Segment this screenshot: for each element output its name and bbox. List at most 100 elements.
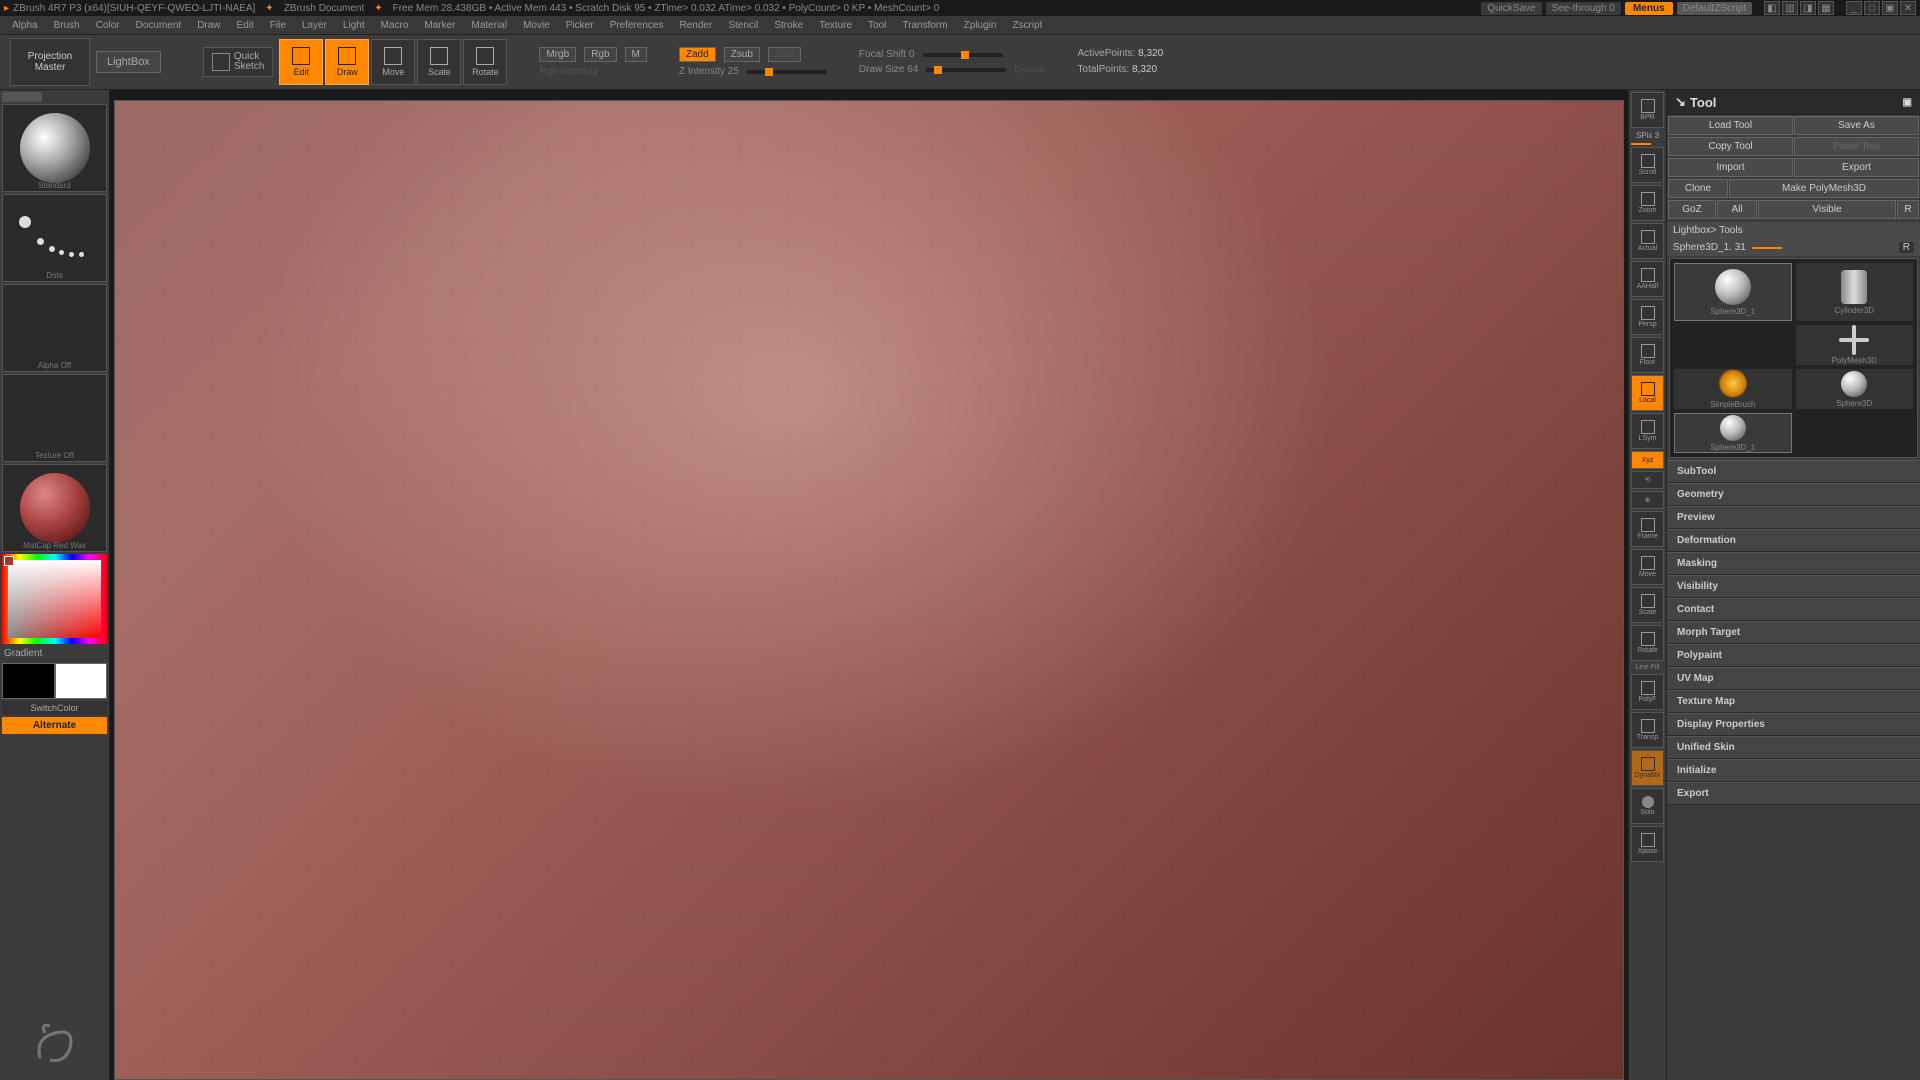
draw-size-slider[interactable] — [926, 68, 1006, 72]
layout-icon[interactable]: ◧ — [1764, 1, 1780, 15]
layout-icon[interactable]: ▦ — [1818, 1, 1834, 15]
move-mode-button[interactable]: Move — [371, 39, 415, 85]
transp-button[interactable]: Transp — [1631, 712, 1664, 748]
collapse-icon[interactable]: ▣ — [1903, 97, 1912, 108]
subpalette-header[interactable]: Texture Map — [1667, 690, 1920, 713]
subpalette-header[interactable]: Deformation — [1667, 529, 1920, 552]
zsub-button[interactable]: Zsub — [724, 47, 760, 62]
tool-item-sphere2[interactable]: Sphere3D — [1796, 369, 1914, 409]
zcut-button[interactable]: Zcut — [768, 47, 801, 62]
xpose-button[interactable]: Xpose — [1631, 826, 1664, 862]
import-button[interactable]: Import — [1668, 158, 1793, 177]
tool-item-cylinder[interactable]: Cylinder3D — [1796, 263, 1914, 321]
dynamx-button[interactable]: DynaMx — [1631, 750, 1664, 786]
menu-item[interactable]: Light — [335, 20, 373, 31]
lsym-button[interactable]: LSym — [1631, 413, 1664, 449]
maximize-icon[interactable]: □ — [1864, 1, 1880, 15]
nav-extra-button[interactable]: ⟲ — [1631, 471, 1664, 489]
menu-item[interactable]: Edit — [229, 20, 262, 31]
tool-slider[interactable] — [1752, 247, 1782, 249]
menu-item[interactable]: Alpha — [4, 20, 46, 31]
close-icon[interactable]: ✕ — [1900, 1, 1916, 15]
menu-item[interactable]: Movie — [515, 20, 558, 31]
rotate-nav-button[interactable]: Rotate — [1631, 625, 1664, 661]
goz-all-button[interactable]: All — [1717, 200, 1757, 219]
subpalette-header[interactable]: Export — [1667, 782, 1920, 805]
menu-item[interactable]: Stroke — [766, 20, 811, 31]
subpalette-header[interactable]: Preview — [1667, 506, 1920, 529]
default-script-button[interactable]: DefaultZScript — [1677, 2, 1752, 15]
actual-button[interactable]: Actual — [1631, 223, 1664, 259]
paste-tool-button[interactable]: Paste Tool — [1794, 137, 1919, 156]
tray-scroll[interactable] — [2, 92, 42, 102]
solo-button[interactable]: Solo — [1631, 788, 1664, 824]
scale-nav-button[interactable]: Scale — [1631, 587, 1664, 623]
m-button[interactable]: M — [625, 47, 647, 62]
zadd-button[interactable]: Zadd — [679, 47, 716, 62]
menu-item[interactable]: Macro — [373, 20, 417, 31]
tool-item-polymesh[interactable]: PolyMesh3D — [1796, 325, 1914, 365]
swatch-black[interactable] — [2, 663, 55, 699]
alpha-slot[interactable]: Alpha Off — [2, 284, 107, 372]
gradient-label[interactable]: Gradient — [2, 646, 107, 661]
z-intensity-slider[interactable] — [747, 70, 827, 74]
tool-r-button[interactable]: R — [1899, 242, 1914, 253]
menu-item[interactable]: Marker — [416, 20, 463, 31]
texture-slot[interactable]: Texture Off — [2, 374, 107, 462]
scale-mode-button[interactable]: Scale — [417, 39, 461, 85]
persp-button[interactable]: Persp — [1631, 299, 1664, 335]
subpalette-header[interactable]: Geometry — [1667, 483, 1920, 506]
draw-mode-button[interactable]: Draw — [325, 39, 369, 85]
pin-icon[interactable]: ↘ — [1675, 94, 1686, 110]
menu-item[interactable]: Brush — [46, 20, 88, 31]
swatch-white[interactable] — [55, 663, 108, 699]
subpalette-header[interactable]: Visibility — [1667, 575, 1920, 598]
lightbox-button[interactable]: LightBox — [96, 51, 161, 73]
menu-item[interactable]: Color — [88, 20, 128, 31]
subpalette-header[interactable]: Initialize — [1667, 759, 1920, 782]
export-button[interactable]: Export — [1794, 158, 1919, 177]
dynamic-label[interactable]: Dynamic — [1014, 65, 1045, 74]
subpalette-header[interactable]: Morph Target — [1667, 621, 1920, 644]
menu-item[interactable]: Stencil — [720, 20, 766, 31]
polyf-button[interactable]: PolyF — [1631, 674, 1664, 710]
move-nav-button[interactable]: Move — [1631, 549, 1664, 585]
goz-visible-button[interactable]: Visible — [1758, 200, 1896, 219]
local-button[interactable]: Local — [1631, 375, 1664, 411]
goz-button[interactable]: GoZ — [1668, 200, 1716, 219]
stroke-slot[interactable]: Dots — [2, 194, 107, 282]
menu-item[interactable]: Tool — [860, 20, 894, 31]
layout-icon[interactable]: ▥ — [1782, 1, 1798, 15]
edit-mode-button[interactable]: Edit — [279, 39, 323, 85]
frame-button[interactable]: Frame — [1631, 511, 1664, 547]
tool-item-simplebrush[interactable]: SimpleBrush — [1674, 369, 1792, 409]
subpalette-header[interactable]: Polypaint — [1667, 644, 1920, 667]
rotate-mode-button[interactable]: Rotate — [463, 39, 507, 85]
subpalette-header[interactable]: SubTool — [1667, 460, 1920, 483]
menu-item[interactable]: Preferences — [602, 20, 672, 31]
document-canvas[interactable] — [114, 100, 1624, 1080]
subpalette-header[interactable]: Contact — [1667, 598, 1920, 621]
seethrough-button[interactable]: See-through 0 — [1546, 2, 1621, 15]
menus-button[interactable]: Menus — [1625, 2, 1673, 15]
menu-item[interactable]: Material — [464, 20, 516, 31]
menu-item[interactable]: Zplugin — [956, 20, 1005, 31]
material-slot[interactable]: MatCap Red Wax — [2, 464, 107, 552]
zoom-button[interactable]: Zoom — [1631, 185, 1664, 221]
xyz-button[interactable]: Xyz — [1631, 451, 1664, 469]
menu-item[interactable]: Texture — [811, 20, 860, 31]
projection-master-button[interactable]: Projection Master — [10, 38, 90, 86]
nav-extra-button[interactable]: ⊕ — [1631, 491, 1664, 509]
current-tool-bar[interactable]: Sphere3D_1. 31 R — [1667, 239, 1920, 256]
switch-color-button[interactable]: SwitchColor — [2, 701, 107, 715]
menu-item[interactable]: Zscript — [1004, 20, 1050, 31]
make-polymesh-button[interactable]: Make PolyMesh3D — [1729, 179, 1919, 198]
floor-button[interactable]: Floor — [1631, 337, 1664, 373]
rgb-button[interactable]: Rgb — [584, 47, 616, 62]
copy-tool-button[interactable]: Copy Tool — [1668, 137, 1793, 156]
menu-item[interactable]: Render — [672, 20, 721, 31]
menu-item[interactable]: Layer — [294, 20, 335, 31]
scroll-button[interactable]: Scroll — [1631, 147, 1664, 183]
menu-item[interactable]: Draw — [189, 20, 228, 31]
aahalf-button[interactable]: AAHalf — [1631, 261, 1664, 297]
